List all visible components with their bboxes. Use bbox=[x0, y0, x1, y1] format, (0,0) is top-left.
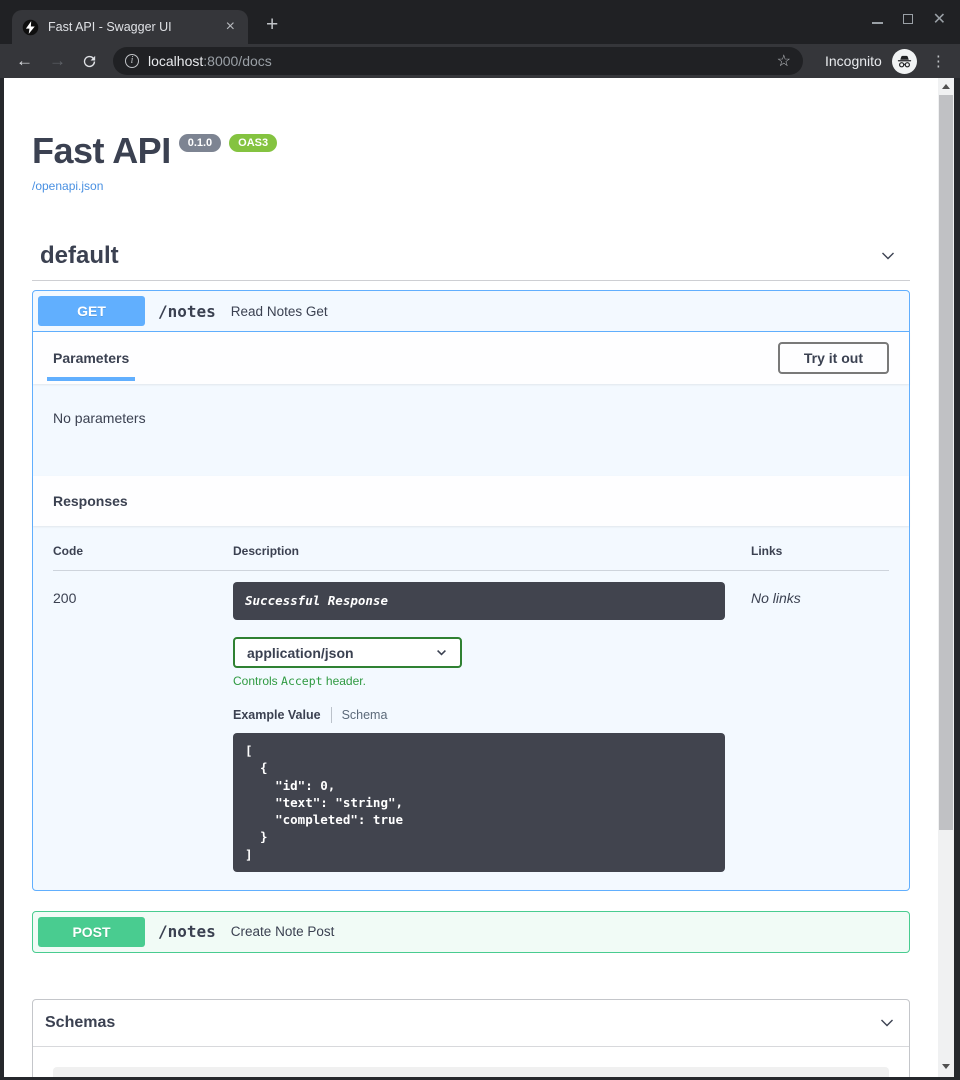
post-summary-text: Create Note Post bbox=[231, 924, 335, 939]
reload-icon[interactable] bbox=[81, 53, 98, 70]
browser-window: Fast API - Swagger UI × + ✕ ← → i localh… bbox=[0, 0, 960, 1080]
get-summary-row[interactable]: GET /notes Read Notes Get bbox=[33, 291, 909, 332]
responses-table-header: Code Description Links bbox=[53, 544, 889, 571]
tab-close-icon[interactable]: × bbox=[223, 19, 238, 35]
api-info: Fast API 0.1.0 OAS3 /openapi.json bbox=[32, 130, 910, 195]
scroll-up-icon[interactable] bbox=[938, 78, 954, 94]
browser-tab[interactable]: Fast API - Swagger UI × bbox=[12, 10, 248, 44]
example-json-code: [ { "id": 0, "text": "string", "complete… bbox=[245, 742, 713, 863]
back-icon[interactable]: ← bbox=[16, 51, 33, 71]
select-chevron-icon bbox=[435, 646, 448, 659]
tab-example-value[interactable]: Example Value bbox=[233, 708, 321, 722]
version-badge: 0.1.0 bbox=[179, 134, 221, 152]
tab-parameters[interactable]: Parameters bbox=[53, 350, 129, 366]
fastapi-favicon-icon bbox=[22, 19, 39, 36]
responses-label: Responses bbox=[53, 493, 128, 509]
response-description-text: Successful Response bbox=[245, 593, 388, 608]
example-tabs: Example Value Schema bbox=[233, 707, 751, 723]
tab-title: Fast API - Swagger UI bbox=[48, 20, 214, 34]
responses-body: Code Description Links 200 Successful Re… bbox=[33, 526, 909, 890]
page-scrollbar[interactable] bbox=[938, 78, 954, 1077]
url-bar[interactable]: i localhost:8000/docs ☆ bbox=[113, 47, 803, 75]
media-type-select[interactable]: application/json bbox=[233, 637, 462, 668]
model-note[interactable]: Note bbox=[53, 1067, 889, 1077]
browser-menu-icon[interactable]: ⋮ bbox=[931, 52, 946, 70]
maximize-button[interactable] bbox=[903, 12, 913, 27]
opblock-post-notes: POST /notes Create Note Post bbox=[32, 911, 910, 953]
window-controls: ✕ bbox=[872, 12, 946, 27]
new-tab-button[interactable]: + bbox=[266, 14, 278, 35]
tab-schema[interactable]: Schema bbox=[342, 708, 388, 722]
scroll-down-icon[interactable] bbox=[938, 1058, 954, 1074]
close-button[interactable]: ✕ bbox=[933, 14, 946, 26]
tab-strip: Fast API - Swagger UI × + ✕ bbox=[0, 0, 960, 44]
window-border-left bbox=[0, 78, 4, 1080]
swagger-page: Fast API 0.1.0 OAS3 /openapi.json defaul… bbox=[4, 78, 938, 1077]
post-method-badge: POST bbox=[38, 917, 145, 947]
openapi-spec-link[interactable]: /openapi.json bbox=[32, 179, 103, 193]
window-border-right bbox=[954, 78, 960, 1080]
opblock-get-notes: GET /notes Read Notes Get Parameters Try… bbox=[32, 290, 910, 891]
browser-toolbar: ← → i localhost:8000/docs ☆ Incognito ⋮ bbox=[0, 44, 960, 78]
schemas-header[interactable]: Schemas bbox=[33, 1000, 909, 1047]
parameters-body: No parameters bbox=[33, 384, 909, 476]
bookmark-star-icon[interactable]: ☆ bbox=[777, 51, 791, 71]
responses-header: Responses bbox=[33, 476, 909, 526]
incognito-label: Incognito bbox=[825, 53, 882, 69]
schemas-chevron-down-icon[interactable] bbox=[877, 1013, 897, 1033]
media-type-value: application/json bbox=[247, 645, 354, 661]
accept-header-note: Controls Accept header. bbox=[233, 674, 751, 688]
url-text: localhost:8000/docs bbox=[148, 53, 777, 69]
page-info-icon[interactable]: i bbox=[125, 54, 139, 68]
no-parameters-text: No parameters bbox=[53, 410, 146, 426]
oas-badge: OAS3 bbox=[229, 134, 277, 152]
get-method-badge: GET bbox=[38, 296, 145, 326]
parameters-header: Parameters Try it out bbox=[33, 332, 909, 384]
response-row-200: 200 Successful Response application/json bbox=[53, 571, 889, 872]
col-header-links: Links bbox=[751, 544, 889, 558]
tag-section-header[interactable]: default bbox=[32, 242, 910, 281]
post-path: /notes bbox=[158, 922, 216, 941]
col-header-description: Description bbox=[233, 544, 751, 558]
tag-title: default bbox=[40, 242, 119, 270]
incognito-icon bbox=[892, 49, 917, 74]
minimize-button[interactable] bbox=[872, 12, 883, 27]
col-header-code: Code bbox=[53, 544, 233, 558]
no-links-text: No links bbox=[751, 582, 889, 606]
get-summary-text: Read Notes Get bbox=[231, 304, 328, 319]
forward-icon[interactable]: → bbox=[49, 51, 66, 71]
chevron-down-icon[interactable] bbox=[878, 246, 898, 266]
post-summary-row[interactable]: POST /notes Create Note Post bbox=[33, 912, 909, 952]
response-code: 200 bbox=[53, 582, 233, 606]
try-it-out-button[interactable]: Try it out bbox=[778, 342, 889, 374]
tab-divider bbox=[331, 707, 332, 723]
schemas-title: Schemas bbox=[45, 1014, 115, 1032]
scrollbar-thumb[interactable] bbox=[939, 95, 953, 830]
example-json-panel: [ { "id": 0, "text": "string", "complete… bbox=[233, 733, 725, 872]
schemas-section: Schemas Note bbox=[32, 999, 910, 1077]
get-path: /notes bbox=[158, 302, 216, 321]
page-title: Fast API bbox=[32, 130, 171, 172]
response-description-panel: Successful Response bbox=[233, 582, 725, 620]
